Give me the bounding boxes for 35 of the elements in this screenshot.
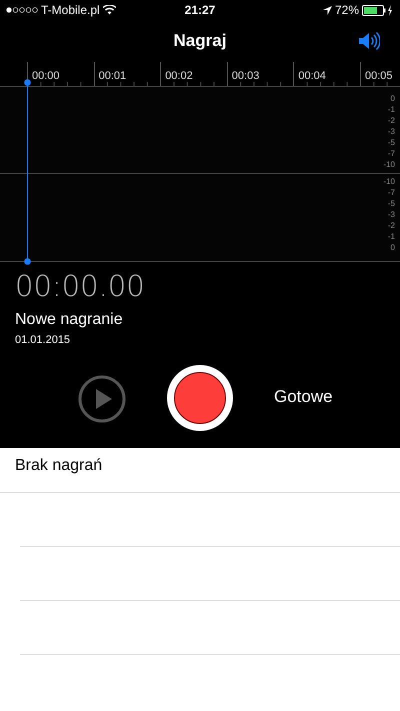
decibel-label: -5 [388, 137, 395, 148]
recording-date: 01.01.2015 [15, 334, 72, 346]
playhead[interactable] [24, 79, 31, 265]
timeline-label: 00:04 [298, 70, 326, 82]
signal-icon [6, 7, 38, 13]
elapsed-time: 00:00.00 [15, 270, 146, 302]
decibel-label: -3 [388, 209, 395, 220]
decibel-label: -7 [388, 148, 395, 159]
clock-time: 21:27 [184, 3, 216, 17]
screen-title: Nagraj [174, 31, 226, 51]
decibel-label: -3 [388, 126, 395, 137]
decibel-label: 0 [390, 242, 395, 253]
decibel-label: -2 [388, 220, 395, 231]
decibel-label: -10 [383, 159, 395, 170]
decibel-label: -5 [388, 198, 395, 209]
decibel-label: -1 [388, 231, 395, 242]
carrier-name: T-Mobile.pl [41, 3, 100, 17]
timeline-label: 00:00 [32, 70, 60, 82]
decibel-label: -2 [388, 115, 395, 126]
wifi-icon [102, 5, 116, 15]
recording-name[interactable]: Nowe nagranie [15, 311, 385, 329]
timeline-label: 00:02 [165, 70, 193, 82]
battery-percentage: 72% [334, 3, 360, 17]
empty-list-message: Brak nagrań [0, 448, 400, 493]
done-button[interactable]: Gotowe [270, 385, 337, 409]
speaker-icon[interactable] [358, 31, 380, 51]
decibel-label: 0 [390, 93, 395, 104]
decibel-label: -10 [383, 176, 395, 187]
decibel-label: -7 [388, 187, 395, 198]
timeline-label: 00:05 [364, 70, 392, 82]
timeline-label: 00:01 [98, 70, 126, 82]
decibel-label: -1 [388, 104, 395, 115]
battery-charging-icon [362, 4, 394, 16]
location-arrow-icon [322, 6, 332, 14]
timeline-label: 00:03 [232, 70, 260, 82]
